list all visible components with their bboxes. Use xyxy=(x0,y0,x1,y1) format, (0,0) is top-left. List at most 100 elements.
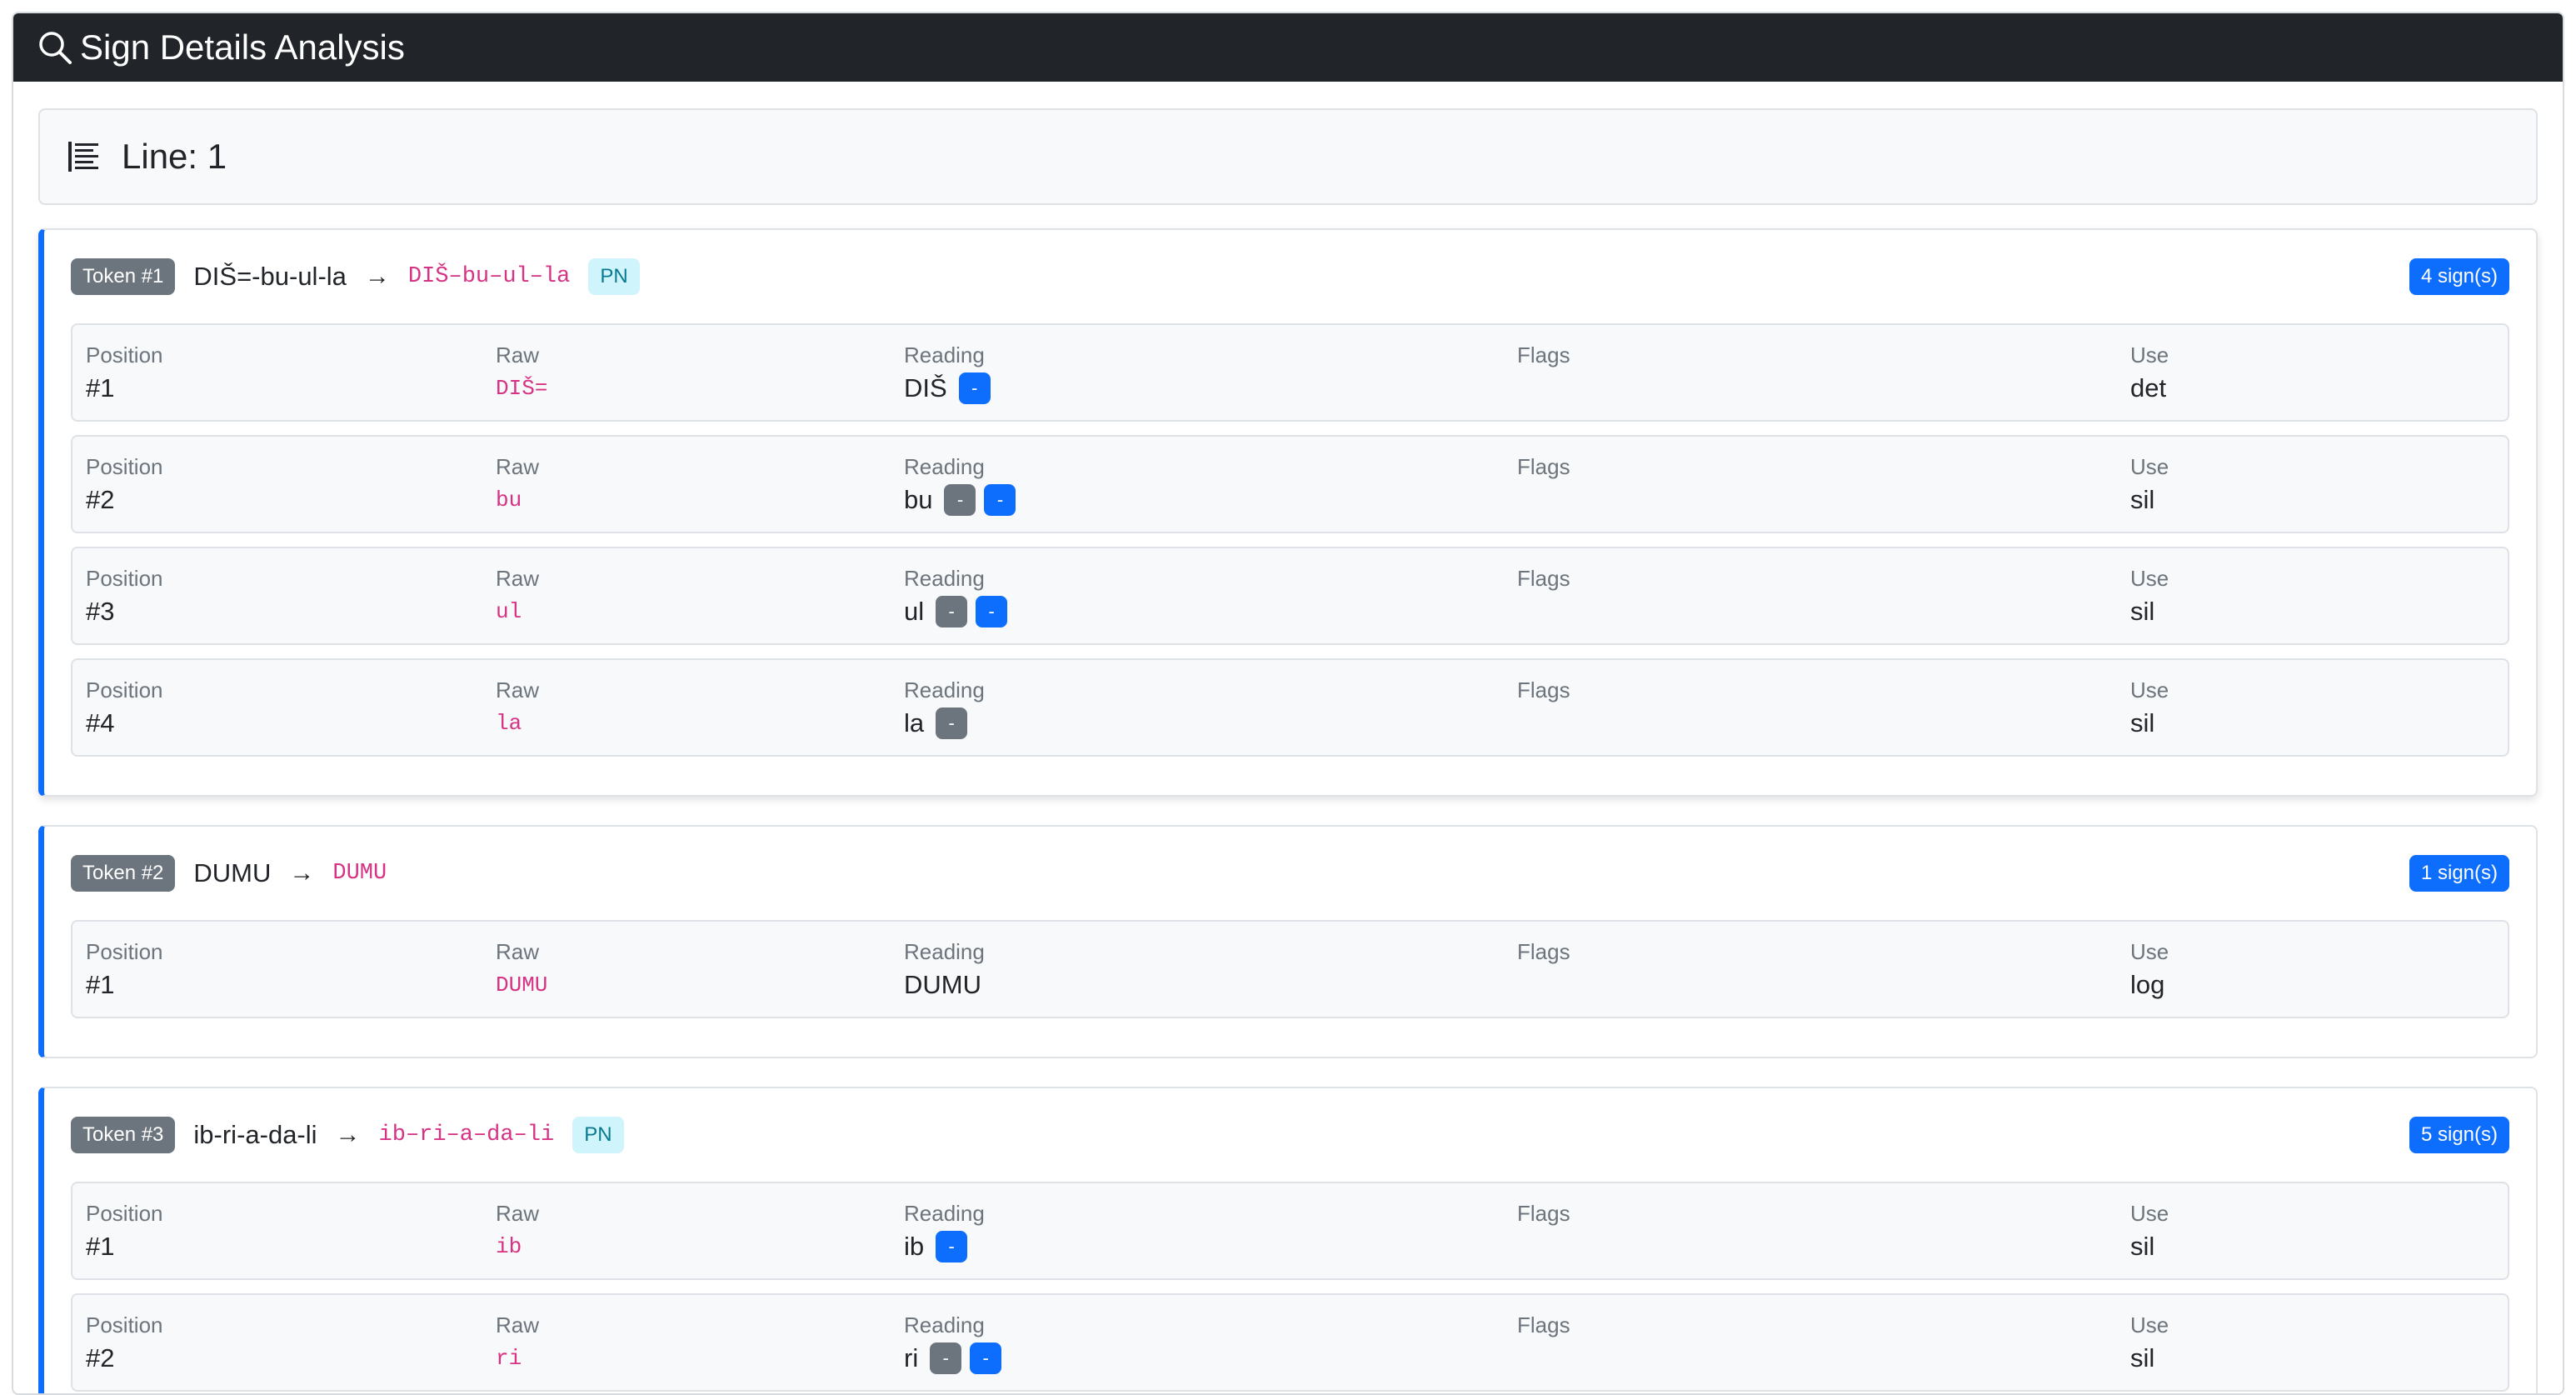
use-value: sil xyxy=(2130,597,2155,626)
grey-marker-badge[interactable]: - xyxy=(936,596,968,628)
position-label: Position xyxy=(86,1201,163,1226)
token-number-badge: Token #3 xyxy=(71,1117,176,1153)
raw-label: Raw xyxy=(496,939,540,964)
grey-marker-badge[interactable]: - xyxy=(930,1342,962,1374)
reading-label: Reading xyxy=(904,939,985,964)
use-label: Use xyxy=(2130,342,2169,368)
reading-value: la xyxy=(904,708,925,738)
position-label: Position xyxy=(86,1312,163,1338)
reading-value: ib xyxy=(904,1232,925,1261)
flags-cell: Flags xyxy=(1517,1310,1570,1377)
token-normalized-text: DIŠ–bu–ul–la xyxy=(407,264,571,289)
flags-value xyxy=(1517,967,1570,1003)
flags-cell: Flags xyxy=(1517,937,1570,1003)
flags-label: Flags xyxy=(1517,939,1570,964)
token-header: Token #3 ib-ri-a-da-li → ib–ri–a–da–li P… xyxy=(71,1088,2509,1182)
page-title: Sign Details Analysis xyxy=(80,28,405,67)
flags-label: Flags xyxy=(1517,566,1570,591)
reading-cell: Reading bu - - xyxy=(904,452,1016,518)
token-card[interactable]: Token #1 DIŠ=-bu-ul-la → DIŠ–bu–ul–la PN… xyxy=(38,228,2538,797)
sign-row: Position #2 Raw bu Reading bu - - Flags … xyxy=(71,435,2509,533)
position-cell: Position #2 xyxy=(86,452,163,518)
token-list: Token #1 DIŠ=-bu-ul-la → DIŠ–bu–ul–la PN… xyxy=(38,228,2538,1393)
token-header: Token #1 DIŠ=-bu-ul-la → DIŠ–bu–ul–la PN… xyxy=(71,230,2509,323)
reading-cell: Reading ib - xyxy=(904,1198,985,1265)
reading-value-wrap: DIŠ - xyxy=(904,370,991,407)
reading-cell: Reading la - xyxy=(904,675,985,742)
reading-label: Reading xyxy=(904,1201,985,1226)
position-cell: Position #3 xyxy=(86,563,163,630)
reading-value-wrap: ib - xyxy=(904,1228,985,1265)
use-cell: Use sil xyxy=(2130,675,2169,742)
reading-label: Reading xyxy=(904,566,985,591)
position-cell: Position #1 xyxy=(86,937,163,1003)
sign-row: Position #1 Raw DIŠ= Reading DIŠ - Flags… xyxy=(71,323,2509,422)
sign-row: Position #3 Raw ul Reading ul - - Flags … xyxy=(71,547,2509,645)
blue-marker-badge[interactable]: - xyxy=(970,1342,1002,1374)
blue-marker-badge[interactable]: - xyxy=(936,1231,968,1262)
raw-cell: Raw DIŠ= xyxy=(496,340,547,407)
blue-marker-badge[interactable]: - xyxy=(984,484,1016,516)
arrow-right-icon: → xyxy=(364,262,390,290)
use-label: Use xyxy=(2130,939,2169,964)
position-label: Position xyxy=(86,678,163,702)
grey-marker-badge[interactable]: - xyxy=(944,484,976,516)
sign-row: Position #1 Raw ib Reading ib - Flags Us… xyxy=(71,1182,2509,1280)
reading-value: ul xyxy=(904,597,925,626)
use-label: Use xyxy=(2130,566,2169,591)
use-label: Use xyxy=(2130,1201,2169,1226)
raw-value: ri xyxy=(496,1346,522,1371)
reading-label: Reading xyxy=(904,342,985,368)
token-raw-text: DUMU xyxy=(193,858,272,888)
position-value: #2 xyxy=(86,485,115,514)
flags-cell: Flags xyxy=(1517,452,1570,518)
header-bar: Sign Details Analysis xyxy=(13,13,2563,82)
sign-count-badge: 4 sign(s) xyxy=(2409,258,2509,295)
position-cell: Position #4 xyxy=(86,675,163,742)
grey-marker-badge[interactable]: - xyxy=(936,708,968,739)
position-value: #1 xyxy=(86,1232,115,1261)
raw-value: DUMU xyxy=(496,972,548,998)
pn-badge: PN xyxy=(572,1117,624,1153)
raw-label: Raw xyxy=(496,454,540,479)
line-label: Line: 1 xyxy=(122,137,227,176)
use-cell: Use log xyxy=(2130,937,2169,1003)
use-label: Use xyxy=(2130,454,2169,479)
sign-count-badge: 5 sign(s) xyxy=(2409,1117,2509,1153)
raw-label: Raw xyxy=(496,1201,540,1226)
position-label: Position xyxy=(86,939,163,964)
raw-value: ib xyxy=(496,1234,522,1259)
raw-value: ul xyxy=(496,599,522,624)
token-raw-text: DIŠ=-bu-ul-la xyxy=(193,262,347,291)
raw-label: Raw xyxy=(496,342,540,368)
sign-list: Position #1 Raw DIŠ= Reading DIŠ - Flags… xyxy=(71,323,2509,795)
reading-label: Reading xyxy=(904,454,985,479)
use-value: det xyxy=(2130,373,2167,402)
use-label: Use xyxy=(2130,1312,2169,1338)
token-header: Token #2 DUMU → DUMU 1 sign(s) xyxy=(71,827,2509,920)
token-card[interactable]: Token #2 DUMU → DUMU 1 sign(s) Position … xyxy=(38,825,2538,1058)
sign-list: Position #1 Raw DUMU Reading DUMU Flags … xyxy=(71,920,2509,1057)
position-value: #4 xyxy=(86,708,115,738)
raw-label: Raw xyxy=(496,566,540,591)
reading-cell: Reading ul - - xyxy=(904,563,1008,630)
raw-label: Raw xyxy=(496,1312,540,1338)
position-label: Position xyxy=(86,342,163,368)
use-label: Use xyxy=(2130,678,2169,702)
use-cell: Use sil xyxy=(2130,452,2169,518)
position-label: Position xyxy=(86,454,163,479)
reading-value-wrap: ul - - xyxy=(904,593,1008,630)
blue-marker-badge[interactable]: - xyxy=(958,372,991,404)
flags-value xyxy=(1517,705,1570,742)
token-card[interactable]: Token #3 ib-ri-a-da-li → ib–ri–a–da–li P… xyxy=(38,1087,2538,1393)
flags-label: Flags xyxy=(1517,342,1570,368)
blue-marker-badge[interactable]: - xyxy=(976,596,1008,628)
reading-value-wrap: ri - - xyxy=(904,1340,1002,1377)
reading-label: Reading xyxy=(904,1312,985,1338)
raw-cell: Raw la xyxy=(496,675,539,742)
arrow-right-icon: → xyxy=(289,859,315,887)
position-label: Position xyxy=(86,566,163,591)
flags-value xyxy=(1517,1340,1570,1377)
flags-cell: Flags xyxy=(1517,1198,1570,1265)
sign-count-badge: 1 sign(s) xyxy=(2409,855,2509,892)
